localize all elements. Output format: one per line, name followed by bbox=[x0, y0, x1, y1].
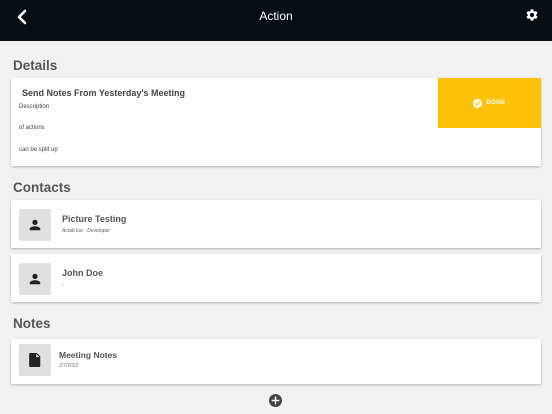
contact-name: John Doe bbox=[62, 268, 104, 278]
gear-icon[interactable] bbox=[525, 8, 539, 22]
note-date: 2/7/2022 bbox=[59, 363, 79, 369]
plus-circle-icon[interactable] bbox=[269, 394, 282, 407]
contact-subtitle: - bbox=[62, 282, 64, 288]
section-title-notes: Notes bbox=[13, 316, 51, 331]
section-title-contacts: Contacts bbox=[13, 180, 71, 195]
check-circle-icon bbox=[473, 98, 483, 108]
note-title: Meeting Notes bbox=[59, 350, 118, 360]
description-line: can be split up bbox=[19, 147, 58, 153]
note-card[interactable]: Meeting Notes 2/7/2022 bbox=[11, 339, 541, 384]
action-details-card: Send Notes From Yesterday's Meeting Desc… bbox=[11, 78, 541, 166]
note-thumbnail bbox=[19, 344, 51, 376]
document-icon bbox=[29, 353, 41, 367]
top-app-bar: Action bbox=[0, 0, 552, 41]
contact-card[interactable]: John Doe - bbox=[11, 254, 541, 302]
contact-name: Picture Testing bbox=[62, 214, 127, 224]
avatar bbox=[19, 209, 51, 241]
contact-subtitle: Actab lue - Developer bbox=[62, 228, 111, 234]
done-button[interactable]: DONE bbox=[438, 78, 541, 128]
section-title-details: Details bbox=[13, 58, 58, 73]
avatar bbox=[19, 263, 51, 295]
done-label: DONE bbox=[486, 100, 506, 106]
person-icon bbox=[29, 273, 41, 285]
page-title: Action bbox=[259, 9, 293, 23]
description-line: of actions bbox=[19, 125, 45, 131]
description-line: Description bbox=[19, 104, 50, 110]
person-icon bbox=[29, 219, 41, 231]
contact-card[interactable]: Picture Testing Actab lue - Developer bbox=[11, 200, 541, 248]
action-title: Send Notes From Yesterday's Meeting bbox=[22, 88, 186, 98]
